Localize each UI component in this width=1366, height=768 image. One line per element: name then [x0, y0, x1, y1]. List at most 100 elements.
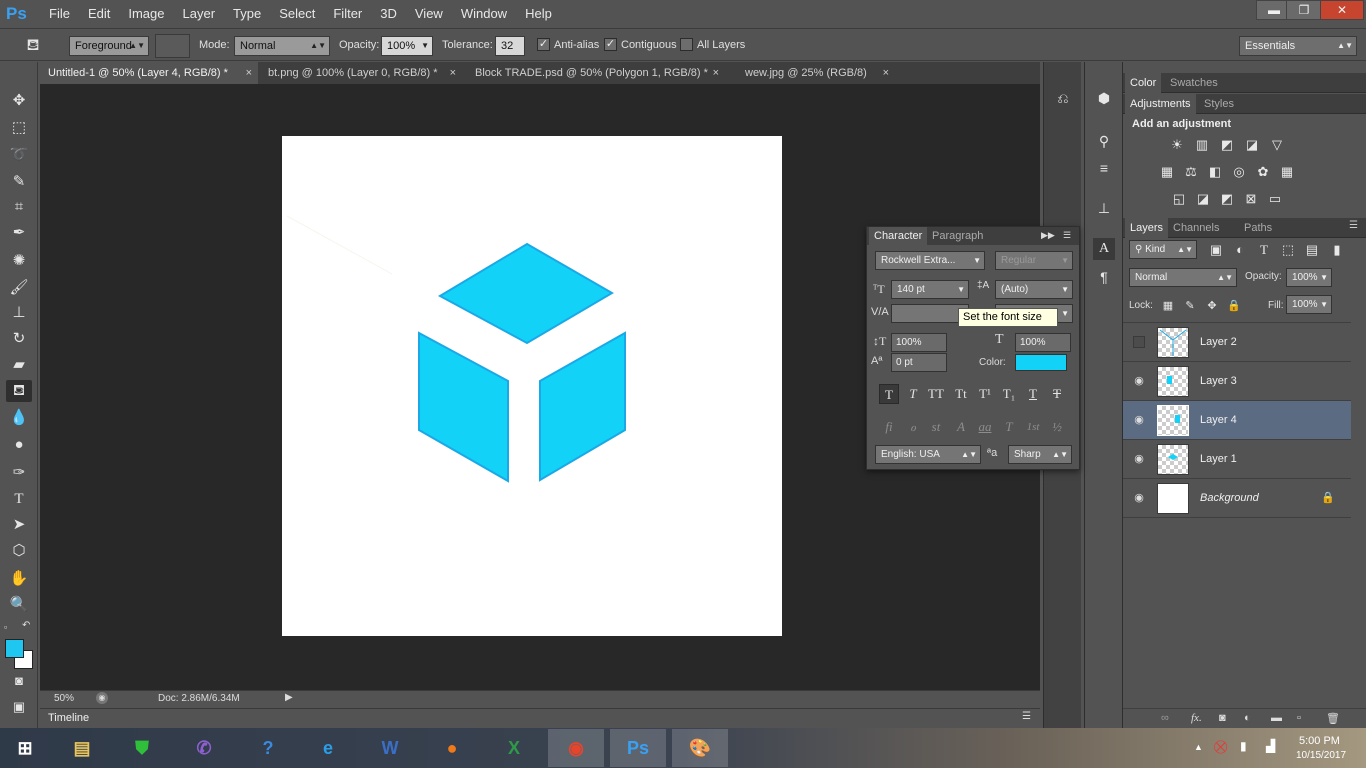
horizontal-scale-field[interactable]: 100% — [1015, 333, 1071, 352]
shape-tool-icon[interactable]: ⬡ — [6, 540, 32, 562]
add-mask-icon[interactable]: ◙ — [1219, 712, 1226, 724]
windows-start-icon[interactable]: ⊞ — [0, 729, 50, 767]
lasso-tool-icon[interactable]: ➰ — [6, 144, 32, 166]
menu-image[interactable]: Image — [119, 0, 173, 28]
tab-character[interactable]: Character — [869, 227, 928, 245]
tab-wew-jpg[interactable]: wew.jpg @ 25% (RGB/8) × — [737, 62, 895, 84]
layer-row-layer-3[interactable]: ◉ Layer 3 — [1123, 362, 1351, 401]
layer-opacity-field[interactable]: 100% ▼ — [1286, 268, 1332, 287]
layers-menu-icon[interactable]: ☰ — [1349, 220, 1358, 231]
layer-row-layer-1[interactable]: ◉ Layer 1 — [1123, 440, 1351, 479]
fx-icon[interactable]: fx. — [1191, 712, 1202, 724]
eye-icon[interactable]: ◉ — [1133, 453, 1145, 465]
tray-expand-icon[interactable]: ▲ — [1194, 742, 1203, 752]
standard-ligatures-button[interactable]: fi — [879, 417, 899, 437]
menu-view[interactable]: View — [406, 0, 452, 28]
signal-icon[interactable]: ▟ — [1266, 739, 1275, 753]
selective-color-icon[interactable]: ⊠ — [1242, 191, 1260, 207]
filter-shape-icon[interactable]: ⬚ — [1279, 242, 1297, 258]
exposure-icon[interactable]: ◪ — [1243, 137, 1261, 153]
quick-mask-icon[interactable]: ◙ — [6, 670, 32, 692]
tab-layers[interactable]: Layers — [1125, 218, 1169, 238]
hue-saturation-icon[interactable]: ▦ — [1158, 164, 1176, 180]
3d-icon[interactable]: ⬢ — [1093, 87, 1115, 109]
marquee-tool-icon[interactable]: ⬚ — [6, 117, 32, 139]
blend-mode-dropdown[interactable]: Normal ▲▼ — [1129, 268, 1237, 287]
timeline-menu-icon[interactable]: ☰ — [1022, 711, 1031, 722]
threshold-icon[interactable]: ◩ — [1218, 191, 1236, 207]
all-caps-button[interactable]: TT — [926, 384, 946, 404]
store-icon[interactable]: ⛊ — [114, 729, 170, 767]
fill-field[interactable]: 100% ▼ — [1286, 295, 1332, 314]
tab-adjustments[interactable]: Adjustments — [1125, 94, 1196, 114]
tolerance-field[interactable]: 32 — [495, 36, 525, 56]
channel-mixer-icon[interactable]: ✿ — [1254, 164, 1272, 180]
blur-tool-icon[interactable]: 💧 — [6, 407, 32, 429]
quick-select-tool-icon[interactable]: ✎ — [6, 171, 32, 193]
lock-position-icon[interactable]: ✥ — [1203, 298, 1221, 314]
tool-presets-icon[interactable]: ⊥ — [1093, 197, 1115, 219]
document-canvas[interactable] — [282, 136, 782, 636]
clone-stamp-tool-icon[interactable]: ⊥ — [6, 302, 32, 324]
character-menu-icon[interactable]: ☰ — [1063, 230, 1071, 241]
layer-row-background[interactable]: ◉ Background 🔒 — [1123, 479, 1351, 518]
link-layers-icon[interactable]: ∞ — [1161, 712, 1169, 724]
black-white-icon[interactable]: ◧ — [1206, 164, 1224, 180]
fractions-button[interactable]: ½ — [1047, 417, 1067, 437]
curves-icon[interactable]: ◩ — [1218, 137, 1236, 153]
fill-source-dropdown[interactable]: Foreground ▲▼ — [69, 36, 149, 56]
titling-alternates-button[interactable]: T — [999, 417, 1019, 437]
taskbar-date[interactable]: 10/15/2017 — [1296, 750, 1346, 761]
antialias-checkbox[interactable]: ✓ — [537, 38, 550, 51]
ordinals-button[interactable]: 1st — [1023, 417, 1043, 437]
path-select-tool-icon[interactable]: ➤ — [6, 514, 32, 536]
menu-edit[interactable]: Edit — [79, 0, 119, 28]
lock-transparent-icon[interactable]: ▦ — [1159, 298, 1177, 314]
hand-tool-icon[interactable]: ✋ — [6, 568, 32, 590]
swap-colors-icon[interactable]: ↶ — [22, 620, 30, 631]
font-family-dropdown[interactable]: Rockwell Extra... ▼ — [875, 251, 985, 270]
swash-button[interactable]: A — [951, 417, 971, 437]
visibility-toggle-off[interactable] — [1133, 336, 1145, 348]
layer-row-layer-4[interactable]: ◉ Layer 4 — [1123, 401, 1351, 440]
collapse-panel-icon[interactable]: ▶▶ — [1041, 230, 1055, 241]
filter-smart-object-icon[interactable]: ▤ — [1303, 242, 1321, 258]
excel-icon[interactable]: X — [486, 729, 542, 767]
foreground-color-swatch[interactable] — [5, 639, 24, 658]
paint-bucket-tool-icon[interactable]: ⛾ — [6, 380, 32, 402]
mode-dropdown[interactable]: Normal ▲▼ — [234, 36, 330, 56]
screen-mode-icon[interactable]: ▣ — [6, 696, 32, 718]
zoom-level[interactable]: 50% — [54, 693, 74, 704]
photoshop-icon[interactable]: Ps — [610, 729, 666, 767]
help-icon[interactable]: ? — [240, 729, 296, 767]
levels-icon[interactable]: ▥ — [1193, 137, 1211, 153]
eye-icon[interactable]: ◉ — [1133, 492, 1145, 504]
eye-icon[interactable]: ◉ — [1133, 414, 1145, 426]
character-panel-icon[interactable]: A — [1093, 238, 1115, 260]
tab-channels[interactable]: Channels — [1168, 218, 1224, 238]
brightness-icon[interactable]: ☀ — [1168, 137, 1186, 153]
photo-filter-icon[interactable]: ◎ — [1230, 164, 1248, 180]
faux-italic-button[interactable]: T — [903, 384, 923, 404]
menu-select[interactable]: Select — [270, 0, 324, 28]
menu-3d[interactable]: 3D — [371, 0, 406, 28]
font-style-dropdown[interactable]: Regular ▼ — [995, 251, 1073, 270]
tab-block-trade[interactable]: Block TRADE.psd @ 50% (Polygon 1, RGB/8)… — [467, 62, 725, 84]
crop-tool-icon[interactable]: ⌗ — [6, 196, 32, 218]
superscript-button[interactable]: T¹ — [975, 384, 995, 404]
status-menu-arrow-icon[interactable]: ▶ — [285, 692, 293, 703]
eye-icon[interactable]: ◉ — [1133, 375, 1145, 387]
stylistic-alternates-button[interactable]: aa — [975, 417, 995, 437]
opacity-field[interactable]: 100% ▼ — [381, 36, 433, 56]
brush-tool-icon[interactable]: 🖌 — [6, 277, 32, 299]
menu-filter[interactable]: Filter — [324, 0, 371, 28]
viber-icon[interactable]: ✆ — [176, 729, 232, 767]
eraser-tool-icon[interactable]: ▰ — [6, 354, 32, 376]
strikethrough-button[interactable]: T — [1047, 384, 1067, 404]
chrome-icon[interactable]: ◉ — [548, 729, 604, 767]
zoom-tool-icon[interactable]: 🔍 — [6, 594, 32, 616]
file-explorer-icon[interactable]: ▤ — [54, 729, 110, 767]
filter-toggle-icon[interactable]: ▮ — [1328, 242, 1346, 258]
color-balance-icon[interactable]: ⚖ — [1182, 164, 1200, 180]
eyedropper-tool-icon[interactable]: ✒ — [6, 222, 32, 244]
